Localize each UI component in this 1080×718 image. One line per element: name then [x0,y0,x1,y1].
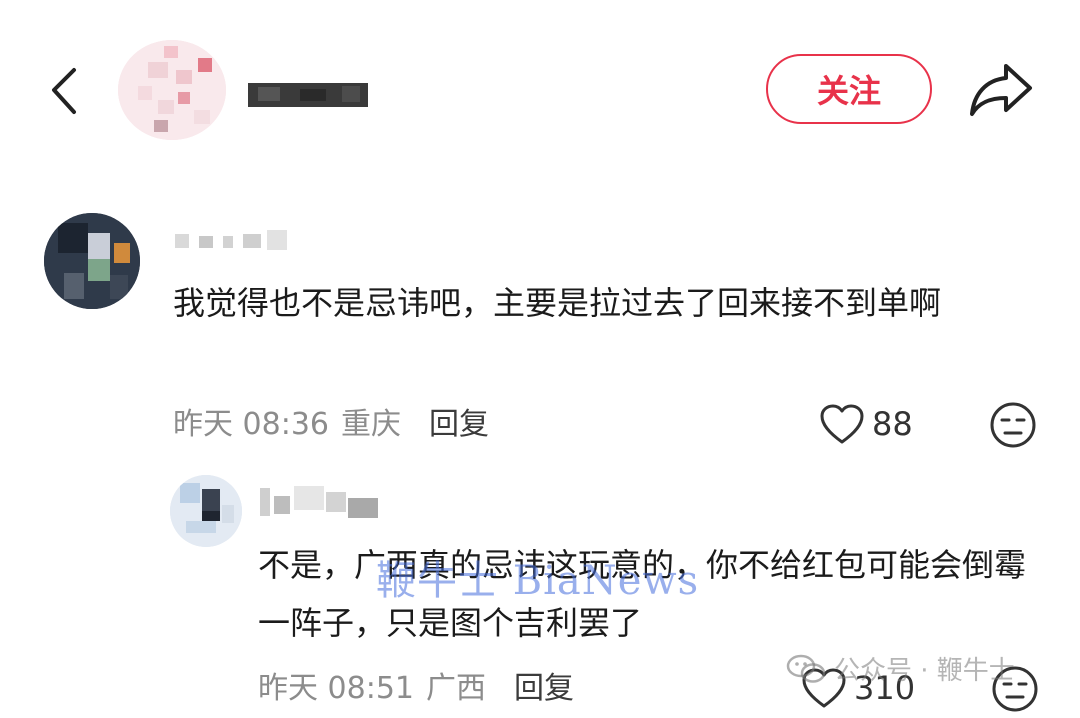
commenter-avatar[interactable] [44,213,140,309]
author-avatar[interactable] [118,40,226,140]
like-count: 88 [872,405,913,443]
comment-location: 重庆 [341,407,401,442]
author-name [248,83,368,107]
comment-time: 昨天 08:51 [258,671,414,706]
share-button[interactable] [966,58,1036,120]
share-arrow-icon [970,64,1032,116]
comment-text: 我觉得也不是忌讳吧，主要是拉过去了回来接不到单啊 [173,284,942,322]
like-button[interactable]: 88 [818,398,913,450]
reply-commenter-username[interactable] [260,482,382,522]
like-count: 310 [854,669,916,707]
reply-comment-meta: 昨天 08:51 广西 回复 [258,660,574,710]
follow-button[interactable]: 关注 [766,54,932,124]
reply-button[interactable]: 回复 [514,663,574,707]
reply-comment-text: 不是，广西真的忌讳这玩意的，你不给红包可能会倒霉一阵子，只是图个吉利罢了 [258,546,1027,642]
reply-button[interactable]: 回复 [429,399,489,443]
heart-icon [802,668,846,708]
heart-icon [820,404,864,444]
reply-commenter-avatar[interactable] [170,475,242,547]
meh-face-icon [992,666,1038,712]
comment-meta: 昨天 08:36 重庆 回复 [173,396,489,446]
comment-location: 广西 [426,671,486,706]
meh-face-icon [990,402,1036,448]
like-button[interactable]: 310 [800,662,915,714]
back-button[interactable] [44,60,92,120]
chevron-left-icon [52,68,76,114]
commenter-username[interactable] [175,228,290,254]
dislike-button[interactable] [990,664,1040,714]
dislike-button[interactable] [988,400,1038,450]
comment-time: 昨天 08:36 [173,407,329,442]
